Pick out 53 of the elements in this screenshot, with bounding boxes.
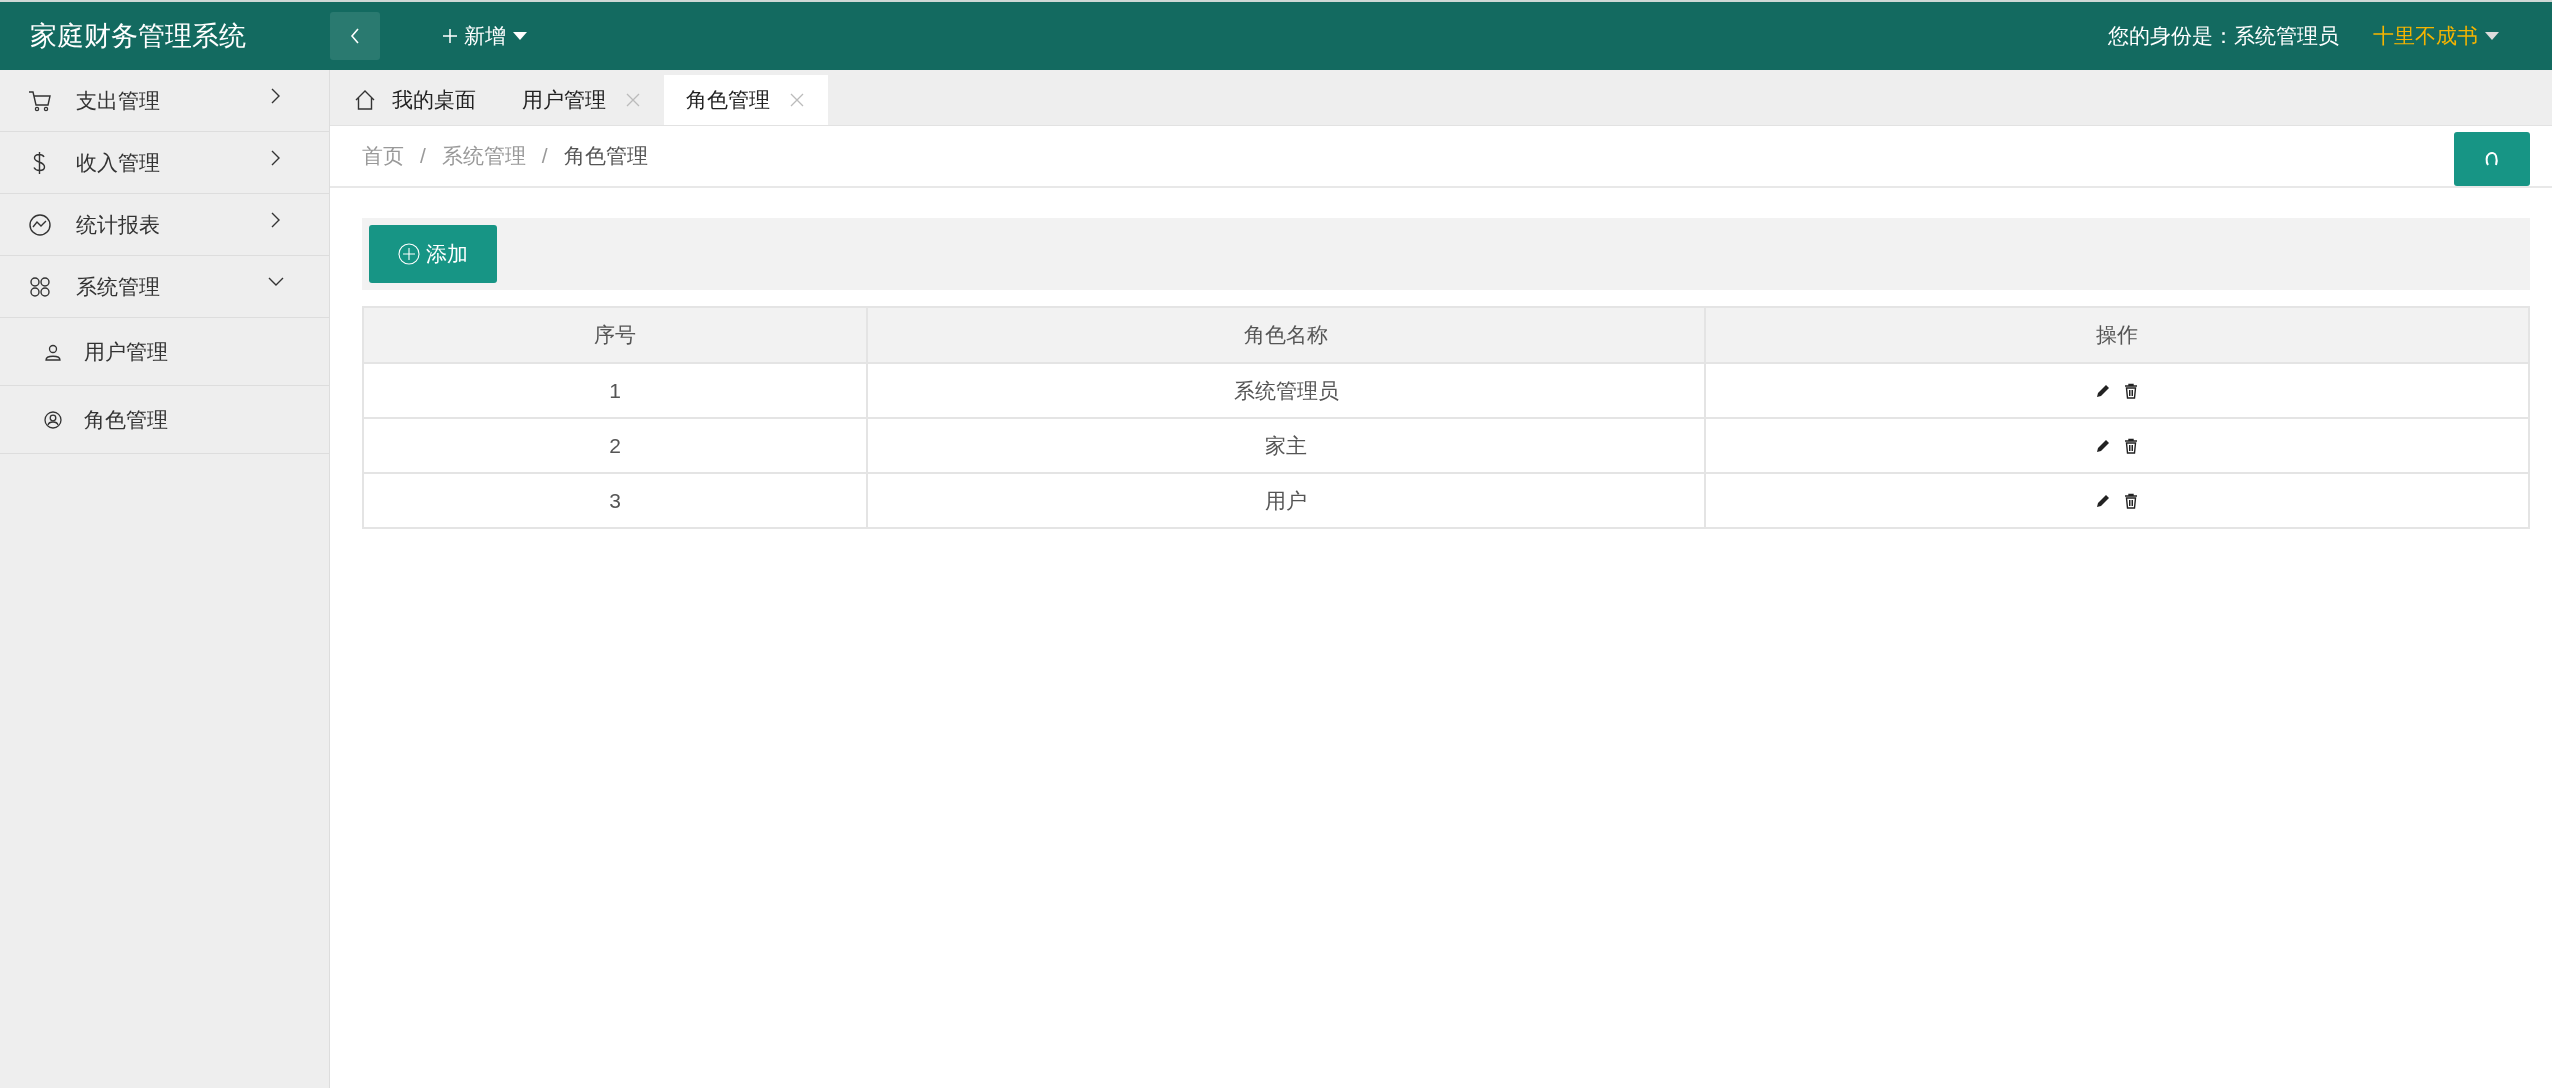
tab[interactable]: 用户管理 [500,75,664,125]
grid-icon [28,274,52,299]
person-circle-icon [44,410,62,429]
chevron-left-icon [349,27,361,45]
home-icon [354,89,376,111]
sidebar-item[interactable]: 支出管理 [0,70,329,132]
sidebar-item-label: 系统管理 [76,273,161,300]
sidebar-item[interactable]: 系统管理 [0,256,329,318]
sidebar-subitem-label: 角色管理 [84,406,169,433]
tab[interactable]: 我的桌面 [332,75,500,125]
plus-icon [442,28,458,44]
tab-label: 用户管理 [522,87,606,113]
table-cell: 系统管理员 [867,363,1705,418]
role-text: 您的身份是：系统管理员 [2108,23,2339,49]
pencil-icon[interactable] [2095,382,2111,399]
trash-icon[interactable] [2123,492,2139,509]
column-header: 序号 [363,307,867,363]
refresh-icon [2485,151,2499,167]
table-cell: 2 [363,418,867,473]
table-cell: 用户 [867,473,1705,528]
pencil-icon[interactable] [2095,492,2111,509]
breadcrumb-separator: / [420,144,426,168]
new-menu[interactable]: 新增 [436,21,534,51]
sidebar-item-label: 统计报表 [76,211,161,238]
table-cell: 1 [363,363,867,418]
table-cell: 家主 [867,418,1705,473]
user-menu[interactable]: 十里不成书 [2367,21,2506,51]
sidebar-subitem[interactable]: 角色管理 [0,386,329,454]
chart-icon [28,212,52,237]
column-header: 操作 [1705,307,2529,363]
plus-circle-icon [398,243,420,265]
person-icon [44,342,62,361]
app-title: 家庭财务管理系统 [29,20,247,53]
caret-down-icon [2484,31,2500,41]
sidebar-subitem-label: 用户管理 [84,338,169,365]
sidebar-item[interactable]: 收入管理 [0,132,329,194]
cart-icon [28,88,52,113]
caret-down-icon [512,31,528,41]
sidebar-subitem[interactable]: 用户管理 [0,318,329,386]
trash-icon[interactable] [2123,382,2139,399]
tab-label: 角色管理 [686,87,770,113]
sidebar-item-label: 支出管理 [76,87,161,114]
sidebar-item-label: 收入管理 [76,149,161,176]
table-cell: 3 [363,473,867,528]
tab-label: 我的桌面 [392,87,476,113]
breadcrumb-separator: / [541,144,548,168]
trash-icon[interactable] [2123,437,2139,454]
tab[interactable]: 角色管理 [664,75,828,125]
sidebar-item[interactable]: 统计报表 [0,194,329,256]
breadcrumb-current: 角色管理 [563,143,648,169]
pencil-icon[interactable] [2095,437,2111,454]
add-button[interactable]: 添加 [369,225,497,283]
column-header: 角色名称 [867,307,1705,363]
